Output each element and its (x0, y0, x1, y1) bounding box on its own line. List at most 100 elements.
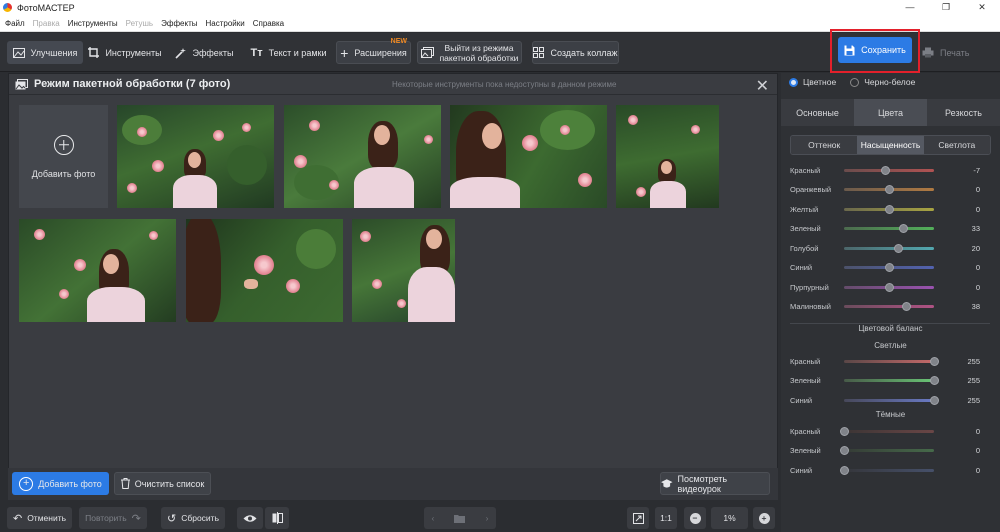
saturation-7-slider[interactable]: Малиновый 38 (790, 301, 980, 313)
zoom-in-button[interactable]: + (753, 507, 775, 529)
close-window-button[interactable]: ✕ (964, 0, 1000, 15)
subtab-saturation[interactable]: Насыщенность (857, 136, 924, 154)
light-1-handle[interactable] (929, 376, 939, 385)
saturation-0-slider[interactable]: Красный -7 (790, 164, 980, 176)
light-2-handle[interactable] (929, 395, 939, 405)
saturation-2-track[interactable] (844, 204, 934, 214)
tab-tools[interactable]: Инструменты (88, 41, 162, 64)
photo-thumbnail[interactable] (117, 105, 274, 208)
dark-0-handle[interactable] (839, 426, 849, 436)
light-0-slider[interactable]: Красный 255 (790, 355, 980, 367)
next-image-icon[interactable]: › (486, 513, 489, 523)
extensions-button[interactable]: + Расширения NEW (336, 38, 411, 64)
photo-thumbnail[interactable] (616, 105, 719, 208)
clear-list-button[interactable]: Очистить список (114, 472, 211, 495)
light-2-slider[interactable]: Синий 255 (790, 394, 980, 406)
menu-file[interactable]: Файл (5, 19, 25, 28)
subtab-lightness[interactable]: Светлота (923, 136, 990, 154)
folder-icon[interactable] (454, 514, 466, 523)
light-2-value: 255 (967, 395, 980, 405)
collage-button[interactable]: Создать коллаж (532, 41, 619, 64)
saturation-2-slider[interactable]: Желтый 0 (790, 203, 980, 215)
close-icon[interactable]: ✕ (756, 76, 769, 96)
saturation-3-slider[interactable]: Зеленый 33 (790, 223, 980, 235)
light-2-track[interactable] (844, 395, 939, 405)
minimize-button[interactable]: — (892, 0, 928, 15)
previous-image-icon[interactable]: ‹ (432, 513, 435, 523)
print-label: Печать (940, 47, 970, 58)
tab-text-frames[interactable]: Tт Текст и рамки (247, 41, 330, 64)
saturation-1-handle[interactable] (884, 185, 894, 194)
fit-screen-button[interactable] (627, 507, 649, 529)
add-photo-tile[interactable]: Добавить фото (19, 105, 108, 208)
photo-thumbnail[interactable] (186, 219, 343, 322)
light-1-track[interactable] (844, 376, 939, 385)
saturation-5-track[interactable] (844, 263, 934, 272)
menu-settings[interactable]: Настройки (205, 19, 244, 28)
dark-2-handle[interactable] (839, 465, 849, 475)
plus-icon: + (340, 44, 349, 61)
saturation-1-track[interactable] (844, 185, 934, 194)
actual-size-button[interactable]: 1:1 (655, 507, 677, 529)
dark-0-slider[interactable]: Красный 0 (790, 425, 980, 437)
maximize-button[interactable]: ❐ (928, 0, 964, 15)
menu-help[interactable]: Справка (253, 19, 284, 28)
saturation-5-slider[interactable]: Синий 0 (790, 262, 980, 274)
tab-colors[interactable]: Цвета (854, 99, 927, 127)
redo-icon: ↷ (131, 512, 141, 525)
saturation-6-track[interactable] (844, 282, 934, 292)
photo-thumbnail[interactable] (19, 219, 176, 322)
saturation-6-slider[interactable]: Пурпурный 0 (790, 281, 980, 293)
saturation-4-handle[interactable] (893, 243, 903, 253)
redo-button[interactable]: Повторить ↷ (79, 507, 147, 529)
light-0-track[interactable] (844, 356, 939, 366)
saturation-0-handle[interactable] (881, 165, 891, 175)
light-1-slider[interactable]: Зеленый 255 (790, 375, 980, 387)
tab-enhance[interactable]: Улучшения (7, 41, 83, 64)
dark-2-track[interactable] (839, 465, 934, 475)
saturation-7-handle[interactable] (901, 302, 911, 311)
undo-button[interactable]: ↶ Отменить (7, 507, 72, 529)
photo-thumbnail[interactable] (450, 105, 607, 208)
saturation-0-track[interactable] (844, 165, 934, 175)
saturation-4-track[interactable] (844, 243, 934, 253)
photo-thumbnail[interactable] (284, 105, 441, 208)
radio-bw[interactable]: Черно-белое (850, 77, 915, 87)
photo-thumbnail[interactable] (352, 219, 455, 322)
saturation-4-slider[interactable]: Голубой 20 (790, 242, 980, 254)
reset-button[interactable]: ↺ Сбросить (161, 507, 225, 529)
subtab-hue[interactable]: Оттенок (791, 136, 858, 154)
saturation-7-track[interactable] (844, 302, 934, 311)
saturation-6-handle[interactable] (884, 282, 894, 292)
tab-effects[interactable]: Эффекты (172, 41, 236, 64)
save-button[interactable]: Сохранить (838, 37, 912, 63)
menu-retouch[interactable]: Ретушь (126, 19, 154, 28)
menu-tools[interactable]: Инструменты (68, 19, 118, 28)
preview-eye-button[interactable] (237, 507, 263, 529)
saturation-2-handle[interactable] (884, 204, 894, 214)
tab-basic[interactable]: Основные (781, 99, 854, 127)
compare-button[interactable] (265, 507, 289, 529)
color-subtabs: Оттенок Насыщенность Светлота (790, 135, 991, 155)
saturation-1-slider[interactable]: Оранжевый 0 (790, 184, 980, 196)
dark-1-track[interactable] (839, 446, 934, 455)
saturation-3-track[interactable] (844, 224, 934, 233)
menu-edit[interactable]: Правка (33, 19, 60, 28)
print-button[interactable]: Печать (922, 41, 982, 64)
light-0-handle[interactable] (929, 356, 939, 366)
saturation-3-label: Зеленый (790, 224, 821, 233)
dark-1-slider[interactable]: Зеленый 0 (790, 445, 980, 457)
add-photo-button[interactable]: + Добавить фото (12, 472, 109, 495)
saturation-3-handle[interactable] (899, 224, 909, 233)
saturation-5-handle[interactable] (884, 263, 894, 272)
exit-batch-button[interactable]: Выйти из режима пакетной обработки (417, 41, 522, 64)
dark-1-handle[interactable] (839, 446, 849, 455)
menu-effects[interactable]: Эффекты (161, 19, 197, 28)
tab-sharpness[interactable]: Резкость (927, 99, 1000, 127)
zoom-level[interactable]: 1% (711, 507, 748, 529)
radio-color[interactable]: Цветное (789, 77, 836, 87)
dark-2-slider[interactable]: Синий 0 (790, 464, 980, 476)
watch-video-button[interactable]: Посмотреть видеоурок (660, 472, 770, 495)
dark-0-track[interactable] (839, 426, 934, 436)
zoom-out-button[interactable]: − (684, 507, 706, 529)
